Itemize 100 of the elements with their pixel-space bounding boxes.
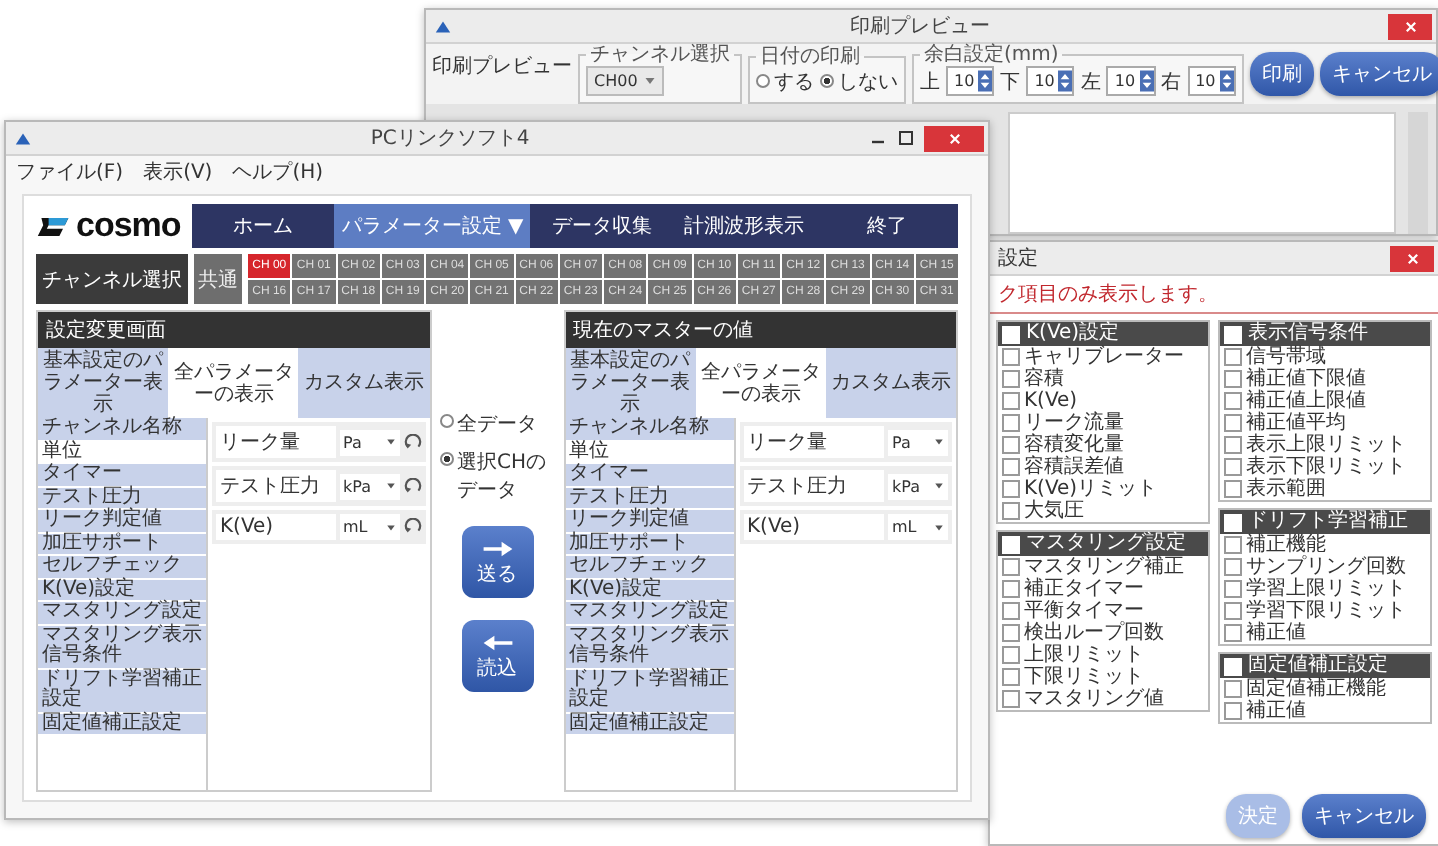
category-item[interactable]: マスタリング表示信号条件 [565, 625, 733, 669]
category-item[interactable]: 加圧サポート [38, 533, 206, 556]
checkbox[interactable] [1002, 646, 1020, 664]
menu-item[interactable]: ヘルプ(H) [232, 158, 324, 186]
checkbox[interactable] [1002, 690, 1020, 708]
panel-tab[interactable]: 全パラメーターの表示 [168, 348, 299, 418]
checkbox[interactable] [1002, 392, 1020, 410]
checkbox[interactable] [1002, 414, 1020, 432]
checkbox[interactable] [1224, 680, 1242, 698]
checkbox[interactable] [1224, 348, 1242, 366]
transfer-button[interactable]: 読込 [461, 620, 533, 692]
checkbox-item[interactable]: 信号帯域 [1220, 346, 1430, 368]
category-item[interactable]: ドリフト学習補正設定 [38, 669, 206, 713]
checkbox-item[interactable]: 大気圧 [998, 500, 1208, 522]
common-button[interactable]: 共通 [194, 254, 242, 304]
radio-option[interactable]: する [756, 67, 814, 95]
category-item[interactable]: ドリフト学習補正設定 [565, 669, 733, 713]
checkbox-item[interactable]: マスタリング補正 [998, 556, 1208, 578]
checkbox-item[interactable]: 表示範囲 [1220, 478, 1430, 500]
checkbox-item[interactable]: 下限リミット [998, 666, 1208, 688]
checkbox[interactable] [1002, 580, 1020, 598]
parameter-field[interactable]: テスト圧力 [216, 470, 335, 502]
radio-option[interactable]: 選択CHのデータ [439, 448, 555, 504]
checkbox-item[interactable]: 容積誤差値 [998, 456, 1208, 478]
close-button[interactable] [924, 125, 984, 151]
maximize-icon[interactable] [896, 128, 916, 148]
checkbox[interactable] [1002, 370, 1020, 388]
unit-dropdown[interactable]: mL [888, 514, 948, 540]
checkbox[interactable] [1224, 480, 1242, 498]
margin-field[interactable]: 10 [1187, 66, 1236, 96]
nav-tab[interactable]: 終了 [815, 204, 958, 248]
spinner-icon[interactable] [1139, 70, 1154, 92]
margin-field[interactable]: 10 [946, 66, 995, 96]
checkbox-item[interactable]: 補正タイマー [998, 578, 1208, 600]
category-item[interactable]: テスト圧力 [565, 487, 733, 510]
spinner-icon[interactable] [1058, 70, 1073, 92]
checkbox-item[interactable]: キャリブレーター [998, 346, 1208, 368]
unit-dropdown[interactable]: Pa [888, 429, 948, 455]
checkbox-item[interactable]: マスタリング値 [998, 688, 1208, 710]
category-item[interactable]: マスタリング表示信号条件 [38, 625, 206, 669]
margin-field[interactable]: 10 [1106, 66, 1156, 96]
panel-tab[interactable]: 全パラメーターの表示 [695, 348, 826, 418]
checkbox-item[interactable]: 固定値補正機能 [1220, 678, 1430, 700]
checkbox[interactable] [1002, 436, 1020, 454]
panel-tab[interactable]: 基本設定のパラメーター表示 [565, 348, 696, 418]
checkbox[interactable] [1002, 602, 1020, 620]
undo-icon[interactable] [403, 477, 421, 495]
radio-option[interactable]: 全データ [439, 410, 555, 438]
checkbox-item[interactable]: サンプリング回数 [1220, 556, 1430, 578]
category-item[interactable]: セルフチェック [565, 556, 733, 579]
menu-item[interactable]: 表示(V) [143, 158, 213, 186]
checkbox[interactable] [1002, 668, 1020, 686]
checkbox[interactable] [1002, 624, 1020, 642]
checkbox-item[interactable]: 補正値平均 [1220, 412, 1430, 434]
spinner-icon[interactable] [1219, 70, 1234, 92]
checkbox-item[interactable]: 容積 [998, 368, 1208, 390]
checkbox-item[interactable]: 上限リミット [998, 644, 1208, 666]
category-item[interactable]: チャンネル名称 [565, 418, 733, 441]
spinner-icon[interactable] [978, 70, 993, 92]
close-button[interactable] [1388, 13, 1432, 39]
checkbox-item[interactable]: K(Ve)リミット [998, 478, 1208, 500]
nav-tab[interactable]: パラメーター設定 ▼ [334, 204, 531, 248]
unit-dropdown[interactable]: kPa [339, 473, 399, 499]
checkbox-item[interactable]: 表示下限リミット [1220, 456, 1430, 478]
nav-tab[interactable]: ホーム [192, 204, 335, 248]
checkbox[interactable] [1224, 602, 1242, 620]
checkbox-item[interactable]: 補正値 [1220, 622, 1430, 644]
parameter-field[interactable]: リーク量 [216, 426, 335, 458]
category-item[interactable]: K(Ve)設定 [565, 579, 733, 602]
checkbox[interactable] [1224, 536, 1242, 554]
category-item[interactable]: マスタリング設定 [565, 602, 733, 625]
checkbox-item[interactable]: 補正値下限値 [1220, 368, 1430, 390]
checkbox[interactable] [1002, 458, 1020, 476]
category-item[interactable]: マスタリング設定 [38, 602, 206, 625]
checkbox[interactable] [1224, 458, 1242, 476]
category-item[interactable]: テスト圧力 [38, 487, 206, 510]
checkbox[interactable] [1002, 348, 1020, 366]
checkbox[interactable] [1224, 392, 1242, 410]
checkbox[interactable] [1224, 436, 1242, 454]
parameter-field[interactable]: リーク量 [743, 426, 884, 458]
checkbox-item[interactable]: 学習上限リミット [1220, 578, 1430, 600]
category-item[interactable]: リーク判定値 [565, 510, 733, 533]
undo-icon[interactable] [403, 518, 421, 536]
checkbox-item[interactable]: 平衡タイマー [998, 600, 1208, 622]
checkbox-item[interactable]: 補正値 [1220, 700, 1430, 722]
nav-tab[interactable]: データ収集 [530, 204, 674, 248]
checkbox-item[interactable]: リーク流量 [998, 412, 1208, 434]
checkbox[interactable] [1224, 414, 1242, 432]
category-item[interactable]: タイマー [38, 464, 206, 487]
margin-field[interactable]: 10 [1026, 66, 1075, 96]
checkbox[interactable] [1002, 480, 1020, 498]
category-item[interactable]: セルフチェック [38, 556, 206, 579]
checkbox[interactable] [1224, 370, 1242, 388]
radio-option[interactable]: しない [820, 67, 898, 95]
checkbox-item[interactable]: K(Ve) [998, 390, 1208, 412]
checkbox[interactable] [1224, 702, 1242, 720]
channel-dropdown[interactable]: CH00 [586, 66, 664, 96]
panel-tab[interactable]: 基本設定のパラメーター表示 [38, 348, 169, 418]
transfer-button[interactable]: 送る [461, 526, 533, 598]
category-item[interactable]: リーク判定値 [38, 510, 206, 533]
